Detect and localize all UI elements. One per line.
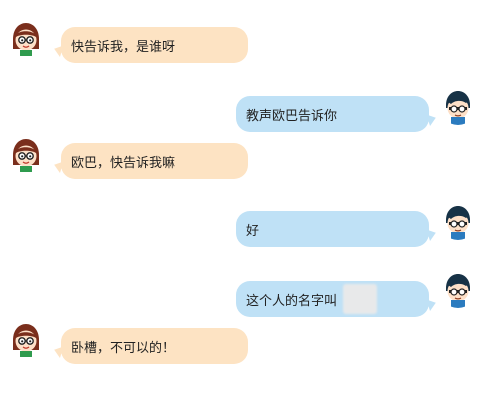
message-bubble-sent[interactable]: 好 [236,211,429,247]
boy-avatar [439,270,477,308]
message-text: 这个人的名字叫 [246,293,338,309]
redaction-blur [343,284,377,314]
message-bubble-received[interactable]: 欧巴，快告诉我嘛 [61,143,248,179]
boy-avatar [439,87,477,125]
message-text: 快告诉我，是谁呀 [71,39,176,55]
boy-avatar [439,202,477,240]
message-text: 教声欧巴告诉你 [246,108,338,124]
message-bubble-received[interactable]: 快告诉我，是谁呀 [61,27,248,63]
chat-thread: 快告诉我，是谁呀 教声欧巴告诉你 欧巴，快告诉我嘛 好 这个人的名字叫 卧槽，不… [0,0,482,401]
message-text: 欧巴，快告诉我嘛 [71,155,176,171]
girl-avatar [7,320,45,358]
girl-avatar [7,135,45,173]
message-bubble-received[interactable]: 卧槽，不可以的！ [61,328,248,364]
message-bubble-sent[interactable]: 这个人的名字叫 [236,281,429,317]
message-bubble-sent[interactable]: 教声欧巴告诉你 [236,96,429,132]
message-text: 好 [246,223,260,239]
message-text: 卧槽，不可以的！ [71,340,176,356]
girl-avatar [7,19,45,57]
